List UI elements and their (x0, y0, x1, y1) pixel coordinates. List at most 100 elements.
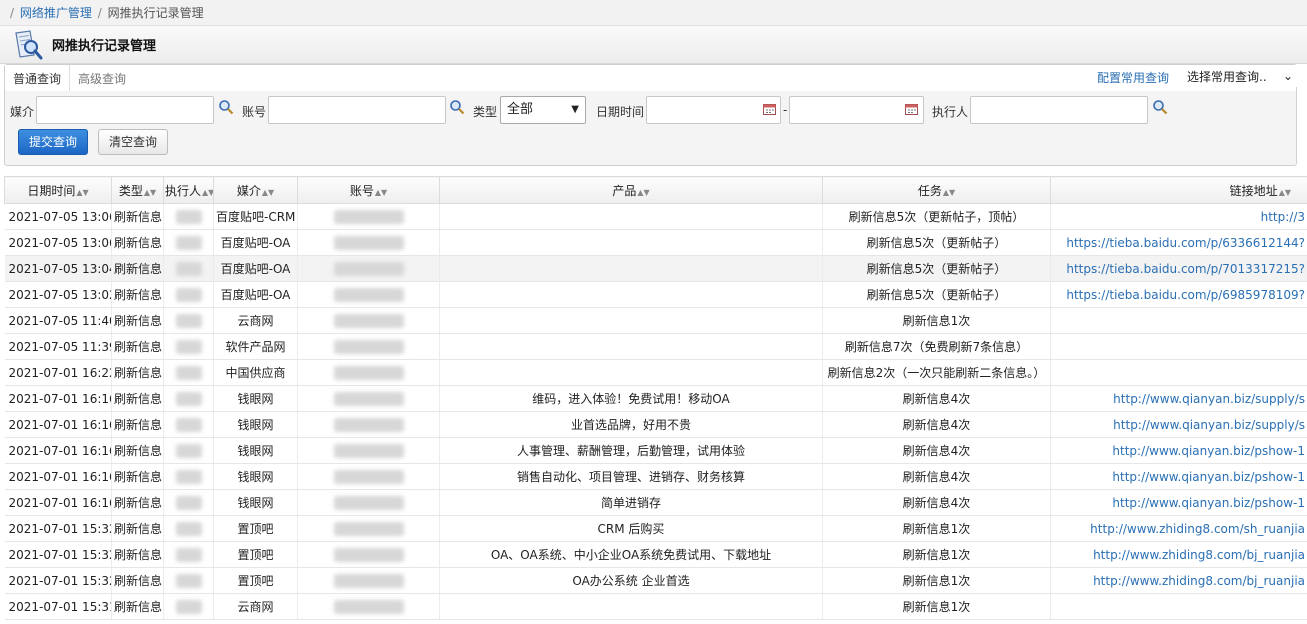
column-header-link[interactable]: 链接地址▲▼ (1050, 176, 1307, 204)
table-row[interactable]: 2021-07-05 13:06 刷新信息 百度贴吧-CRM 刷新信息5次（更新帖子，… (4, 203, 1307, 230)
cell-link[interactable]: http://3 (1050, 203, 1307, 230)
table-header-row: 日期时间▲▼ 类型▲▼ 执行人▲▼ 媒介▲▼ 账号▲▼ 产品▲▼ 任务▲▼ 链接… (4, 176, 1307, 204)
column-header-media[interactable]: 媒介▲▼ (213, 176, 298, 204)
redacted-value (175, 547, 202, 562)
table-row[interactable]: 2021-07-05 11:39 刷新信息 软件产品网 刷新信息7次（免费刷新7条信息… (4, 333, 1307, 360)
cell-link[interactable]: http://www.qianyan.biz/pshow-1 (1050, 463, 1307, 490)
redacted-value (333, 599, 404, 614)
type-select-value: 全部 (507, 102, 534, 117)
common-query-select[interactable]: 选择常用查询.. ⌄ (1183, 65, 1297, 87)
table-row[interactable]: 2021-07-05 11:40 刷新信息 云商网 刷新信息1次 (4, 307, 1307, 334)
redacted-value (175, 495, 202, 510)
clear-query-button[interactable]: 清空查询 (98, 129, 168, 155)
cell-account (297, 359, 440, 386)
cell-type: 刷新信息 (111, 593, 164, 620)
cell-link[interactable]: https://tieba.baidu.com/p/6336612144? (1050, 229, 1307, 256)
cell-media: 钱眼网 (213, 437, 298, 464)
cell-product (439, 203, 823, 230)
redacted-value (333, 469, 404, 484)
table-row[interactable]: 2021-07-01 15:32 刷新信息 置顶吧 OA办公系统 企业首选 刷新信息1次… (4, 567, 1307, 594)
tab-advanced-query[interactable]: 高级查询 (70, 65, 134, 91)
redacted-value (175, 313, 202, 328)
cell-date: 2021-07-05 13:06 (4, 229, 112, 256)
cell-product: CRM 后购买 (439, 515, 823, 542)
account-input[interactable] (268, 96, 446, 124)
table-row[interactable]: 2021-07-01 15:31 刷新信息 云商网 刷新信息1次 (4, 593, 1307, 620)
cell-product (439, 307, 823, 334)
cell-date: 2021-07-05 13:02 (4, 281, 112, 308)
cell-link[interactable]: https://tieba.baidu.com/p/6985978109? (1050, 281, 1307, 308)
redacted-value (175, 209, 202, 224)
submit-query-button[interactable]: 提交查询 (18, 129, 88, 155)
cell-account (297, 463, 440, 490)
cell-task: 刷新信息7次（免费刷新7条信息） (822, 333, 1051, 360)
cell-link[interactable]: http://www.qianyan.biz/supply/s (1050, 385, 1307, 412)
cell-media: 置顶吧 (213, 567, 298, 594)
redacted-value (333, 261, 404, 276)
cell-link[interactable]: https://tieba.baidu.com/p/7013317215? (1050, 255, 1307, 282)
cell-date: 2021-07-01 15:31 (4, 593, 112, 620)
cell-media: 云商网 (213, 307, 298, 334)
calendar-icon[interactable] (905, 104, 918, 115)
date-start-input[interactable] (646, 96, 781, 124)
cell-account (297, 203, 440, 230)
table-row[interactable]: 2021-07-01 16:16 刷新信息 钱眼网 销售自动化、项目管理、进销存、财务… (4, 463, 1307, 490)
sort-icon: ▲▼ (143, 187, 157, 197)
table-row[interactable]: 2021-07-05 13:04 刷新信息 百度贴吧-OA 刷新信息5次（更新帖子） h… (4, 255, 1307, 282)
tab-normal-query[interactable]: 普通查询 (5, 65, 71, 91)
table-row[interactable]: 2021-07-01 16:16 刷新信息 钱眼网 人事管理、薪酬管理，后勤管理，试用… (4, 437, 1307, 464)
date-range-dash: - (783, 103, 788, 117)
cell-product (439, 593, 823, 620)
column-header-executor[interactable]: 执行人▲▼ (163, 176, 214, 204)
table-row[interactable]: 2021-07-01 16:22 刷新信息 中国供应商 刷新信息2次（一次只能刷新二条… (4, 359, 1307, 386)
table-row[interactable]: 2021-07-01 15:32 刷新信息 置顶吧 CRM 后购买 刷新信息1次 http… (4, 515, 1307, 542)
cell-account (297, 255, 440, 282)
media-input[interactable] (36, 96, 214, 124)
table-row[interactable]: 2021-07-05 13:06 刷新信息 百度贴吧-OA 刷新信息5次（更新帖子） h… (4, 229, 1307, 256)
cell-link[interactable]: http://www.zhiding8.com/bj_ruanjia (1050, 541, 1307, 568)
table-row[interactable]: 2021-07-01 16:16 刷新信息 钱眼网 维码，进入体验！免费试用！移动OA… (4, 385, 1307, 412)
cell-type: 刷新信息 (111, 307, 164, 334)
search-icon[interactable] (1152, 99, 1168, 115)
executor-input[interactable] (970, 96, 1148, 124)
column-header-task[interactable]: 任务▲▼ (822, 176, 1051, 204)
breadcrumb: / 网络推广管理 / 网推执行记录管理 (0, 0, 1307, 26)
type-select[interactable]: 全部 ▼ (500, 96, 586, 124)
cell-type: 刷新信息 (111, 385, 164, 412)
cell-executor (163, 333, 214, 360)
table-row[interactable]: 2021-07-05 13:02 刷新信息 百度贴吧-OA 刷新信息5次（更新帖子） h… (4, 281, 1307, 308)
cell-link[interactable]: http://www.zhiding8.com/sh_ruanjia (1050, 515, 1307, 542)
column-header-account[interactable]: 账号▲▼ (297, 176, 440, 204)
document-search-icon (15, 29, 43, 59)
configure-common-query-link[interactable]: 配置常用查询 (1097, 69, 1169, 86)
search-icon[interactable] (218, 99, 234, 115)
column-header-product[interactable]: 产品▲▼ (439, 176, 823, 204)
column-header-type[interactable]: 类型▲▼ (111, 176, 164, 204)
redacted-value (333, 209, 404, 224)
calendar-icon[interactable] (763, 104, 776, 115)
cell-link[interactable]: http://www.qianyan.biz/supply/s (1050, 411, 1307, 438)
cell-task: 刷新信息4次 (822, 463, 1051, 490)
redacted-value (175, 391, 202, 406)
cell-type: 刷新信息 (111, 281, 164, 308)
redacted-value (333, 391, 404, 406)
breadcrumb-link-parent[interactable]: 网络推广管理 (20, 6, 92, 20)
redacted-value (333, 573, 404, 588)
redacted-value (333, 287, 404, 302)
cell-task: 刷新信息2次（一次只能刷新二条信息。） (822, 359, 1051, 386)
cell-date: 2021-07-01 15:32 (4, 541, 112, 568)
table-row[interactable]: 2021-07-01 16:16 刷新信息 钱眼网 简单进销存 刷新信息4次 http:/… (4, 489, 1307, 516)
cell-product: 业首选品牌，好用不贵 (439, 411, 823, 438)
cell-link[interactable]: http://www.qianyan.biz/pshow-1 (1050, 437, 1307, 464)
cell-link[interactable]: http://www.zhiding8.com/bj_ruanjia (1050, 567, 1307, 594)
cell-link[interactable]: http://www.qianyan.biz/pshow-1 (1050, 489, 1307, 516)
search-icon[interactable] (449, 99, 465, 115)
cell-task: 刷新信息1次 (822, 307, 1051, 334)
table-row[interactable]: 2021-07-01 15:32 刷新信息 置顶吧 OA、OA系统、中小企业OA系统免… (4, 541, 1307, 568)
date-end-input[interactable] (789, 96, 924, 124)
table-row[interactable]: 2021-07-01 16:16 刷新信息 钱眼网 业首选品牌，好用不贵 刷新信息4次 h… (4, 411, 1307, 438)
column-header-date[interactable]: 日期时间▲▼ (4, 176, 112, 204)
cell-type: 刷新信息 (111, 229, 164, 256)
redacted-value (333, 521, 404, 536)
cell-media: 百度贴吧-OA (213, 281, 298, 308)
